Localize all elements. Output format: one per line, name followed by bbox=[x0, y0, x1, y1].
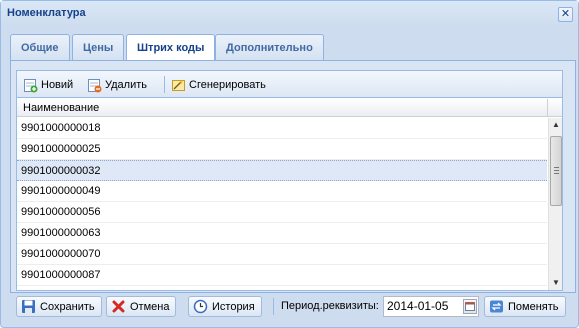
tab-strip: Общие Цены Штрих коды Дополнительно bbox=[10, 34, 576, 62]
swap-arrows-icon bbox=[489, 299, 504, 314]
clock-icon bbox=[193, 299, 208, 314]
barcode-cell: 9901000000025 bbox=[21, 143, 101, 155]
delete-button-label: Удалить bbox=[105, 79, 147, 91]
tab-additional[interactable]: Дополнительно bbox=[215, 34, 324, 61]
barcode-cell: 9901000000049 bbox=[21, 185, 101, 197]
scroll-thumb[interactable] bbox=[550, 136, 562, 206]
tab-prices-label: Цены bbox=[83, 42, 114, 54]
barcode-cell: 9901000000063 bbox=[21, 227, 101, 239]
history-button[interactable]: История bbox=[188, 296, 262, 317]
scroll-up-arrow-icon[interactable]: ▲ bbox=[549, 118, 563, 132]
change-button-label: Поменять bbox=[508, 300, 559, 313]
grid-scrollbar[interactable]: ▲ ▼ bbox=[548, 118, 562, 290]
barcodes-panel: Новий Удалить Сгенерировать Наименование… bbox=[16, 70, 563, 291]
grip-line bbox=[554, 170, 559, 171]
new-button[interactable]: Новий bbox=[23, 77, 73, 93]
tab-barcodes-label: Штрих коды bbox=[137, 42, 205, 54]
grip-line bbox=[554, 167, 559, 168]
period-date-field[interactable]: 2014-01-05 bbox=[383, 296, 479, 317]
generate-button-label: Сгенерировать bbox=[189, 79, 266, 91]
barcode-cell: 9901000000070 bbox=[21, 248, 101, 260]
table-row[interactable]: 9901000000063 bbox=[17, 223, 547, 244]
delete-button[interactable]: Удалить bbox=[87, 77, 147, 93]
change-button[interactable]: Поменять bbox=[484, 296, 566, 317]
tab-barcodes[interactable]: Штрих коды bbox=[126, 34, 216, 62]
tab-general[interactable]: Общие bbox=[10, 34, 70, 61]
table-row-selected[interactable]: 9901000000032 bbox=[17, 160, 547, 181]
tab-prices[interactable]: Цены bbox=[72, 34, 125, 61]
magic-wand-icon bbox=[171, 78, 186, 93]
table-row[interactable]: 9901000000018 bbox=[17, 118, 547, 139]
red-x-icon bbox=[111, 299, 126, 314]
save-button-label: Сохранить bbox=[40, 300, 95, 313]
cancel-button-label: Отмена bbox=[130, 300, 170, 313]
barcode-cell: 9901000000032 bbox=[21, 165, 101, 177]
column-header-name[interactable]: Наименование bbox=[23, 102, 99, 114]
new-button-label: Новий bbox=[41, 79, 74, 91]
grip-line bbox=[554, 173, 559, 174]
close-icon[interactable]: ✕ bbox=[558, 7, 573, 22]
barcode-cell: 9901000000056 bbox=[21, 206, 101, 218]
period-date-value: 2014-01-05 bbox=[387, 299, 449, 313]
header-filler bbox=[547, 99, 562, 117]
grid-header: Наименование bbox=[17, 99, 562, 117]
window-title: Номенклатура bbox=[7, 7, 86, 19]
tab-general-label: Общие bbox=[21, 42, 59, 54]
generate-button[interactable]: Сгенерировать bbox=[171, 77, 266, 93]
bottom-toolbar: Сохранить Отмена История Период.реквизит… bbox=[1, 294, 578, 327]
nomenclature-window: Номенклатура ✕ Общие Цены Штрих коды Доп… bbox=[0, 0, 579, 328]
period-label: Период.реквизиты: bbox=[281, 300, 379, 312]
barcode-cell: 9901000000018 bbox=[21, 122, 101, 134]
tab-additional-label: Дополнительно bbox=[226, 42, 313, 54]
table-row[interactable]: 9901000000070 bbox=[17, 244, 547, 265]
cancel-button[interactable]: Отмена bbox=[106, 296, 177, 317]
save-button[interactable]: Сохранить bbox=[16, 296, 102, 317]
table-row[interactable]: 9901000000049 bbox=[17, 181, 547, 202]
grid-rows: 9901000000018 9901000000025 990100000003… bbox=[17, 118, 547, 290]
delete-row-icon bbox=[87, 78, 102, 93]
add-row-icon bbox=[23, 78, 38, 93]
table-row[interactable]: 9901000000056 bbox=[17, 202, 547, 223]
calendar-icon[interactable] bbox=[463, 299, 477, 314]
window-titlebar[interactable]: Номенклатура ✕ bbox=[1, 1, 578, 27]
toolbar-separator bbox=[164, 76, 165, 93]
bottom-separator bbox=[273, 298, 274, 315]
grid-toolbar: Новий Удалить Сгенерировать bbox=[17, 71, 562, 98]
table-row[interactable]: 9901000000025 bbox=[17, 139, 547, 160]
scroll-down-arrow-icon[interactable]: ▼ bbox=[549, 276, 563, 290]
table-row[interactable]: 9901000000087 bbox=[17, 265, 547, 286]
floppy-disk-icon bbox=[21, 299, 36, 314]
barcode-cell: 9901000000087 bbox=[21, 269, 101, 281]
history-button-label: История bbox=[212, 300, 255, 313]
